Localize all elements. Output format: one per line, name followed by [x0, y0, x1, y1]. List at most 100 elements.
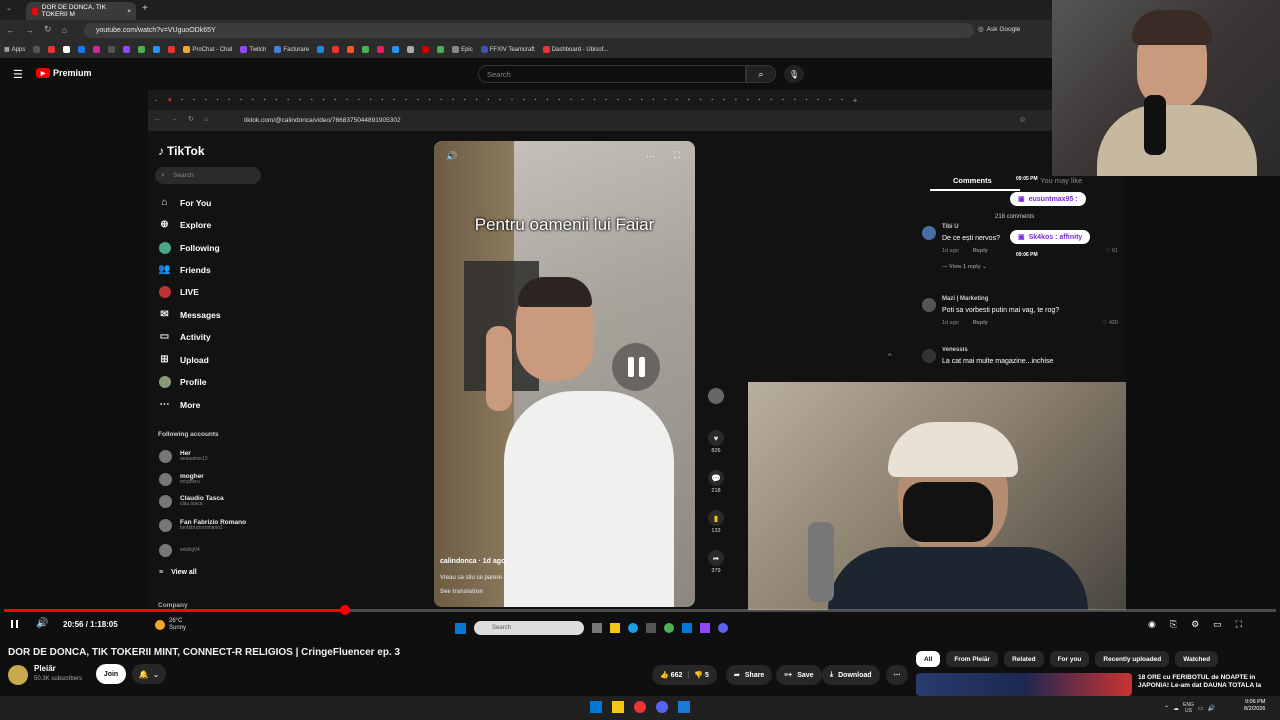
inner-tab[interactable]: ▪ — [747, 97, 749, 103]
bookmark-icon[interactable] — [168, 46, 176, 53]
inner-tab[interactable]: ▪ — [841, 97, 843, 103]
address-bar[interactable]: youtube.com/watch?v=VUguoODk65Y — [84, 23, 974, 38]
app-icon[interactable] — [682, 623, 692, 633]
inner-tab[interactable]: ▪ — [558, 97, 560, 103]
inner-tab[interactable]: ▪ — [817, 97, 819, 103]
comment-author[interactable]: Mazi | Marketing — [942, 296, 1118, 302]
chrome-icon[interactable] — [664, 623, 674, 633]
inner-tab[interactable]: ▪ — [570, 97, 572, 103]
see-translation-link[interactable]: See translation — [440, 589, 483, 595]
nav-messages[interactable]: ✉ Messages — [158, 308, 220, 321]
close-tab-icon[interactable]: × — [127, 8, 131, 15]
inner-tab[interactable]: ▪ — [829, 97, 831, 103]
ask-google-button[interactable]: ◎ Ask Google — [978, 25, 1020, 34]
reply-button[interactable]: Reply — [973, 248, 988, 254]
nav-following[interactable]: Following — [158, 241, 220, 254]
bookmark-star-icon[interactable]: ☆ — [1019, 115, 1026, 124]
tiktok-logo[interactable]: ♪ TikTok — [158, 144, 205, 158]
bookmark-epic[interactable]: Epic — [452, 46, 473, 53]
volume-icon[interactable]: 🔊 — [446, 151, 457, 162]
nav-profile[interactable]: Profile — [158, 375, 206, 388]
inner-tab[interactable]: ⌄ — [154, 97, 158, 103]
inner-tab[interactable]: ■ — [168, 97, 171, 103]
channel-avatar[interactable] — [8, 665, 28, 685]
recommended-thumbnail[interactable] — [916, 673, 1132, 696]
app-icon[interactable] — [678, 701, 690, 713]
inner-tab[interactable]: ▪ — [535, 97, 537, 103]
bookmark-icon[interactable] — [63, 46, 71, 53]
tiktok-search-input[interactable]: ⌕ Search — [155, 167, 261, 184]
chip-from-channel[interactable]: From Pleiăr — [946, 651, 999, 667]
view-replies-link[interactable]: — View 1 reply ⌄ — [942, 264, 1118, 270]
inner-tab[interactable]: ▪ — [287, 97, 289, 103]
pause-button[interactable] — [11, 620, 18, 628]
taskbar-search[interactable]: Search — [474, 621, 584, 635]
inner-tab[interactable]: ▪ — [275, 97, 277, 103]
inner-tab[interactable]: ▪ — [546, 97, 548, 103]
view-all-link[interactable]: ≡ View all — [159, 569, 197, 576]
voice-search-button[interactable]: 🎙 — [784, 65, 804, 83]
inner-tab[interactable]: ▪ — [700, 97, 702, 103]
home-icon[interactable]: ⌂ — [62, 25, 67, 35]
inner-tab[interactable]: ▪ — [806, 97, 808, 103]
save-button[interactable]: ≡+ Save — [776, 665, 822, 685]
forward-icon[interactable]: → — [25, 25, 34, 35]
file-explorer-icon[interactable] — [610, 623, 620, 633]
nav-explore[interactable]: ⊕ Explore — [158, 218, 211, 231]
bookmark-icon[interactable] — [317, 46, 325, 53]
reply-button[interactable]: Reply — [973, 320, 988, 326]
inner-tab[interactable]: ▪ — [311, 97, 313, 103]
bookmark-icon[interactable] — [377, 46, 385, 53]
bookmark-icon[interactable] — [362, 46, 370, 53]
comment-author[interactable]: Tibi U — [942, 224, 1118, 230]
account-item[interactable]: sebilig04 — [159, 544, 200, 557]
inner-tab[interactable]: ▪ — [217, 97, 219, 103]
inner-tab[interactable]: ▪ — [405, 97, 407, 103]
browser-tab-active[interactable]: DOR DE DONCA, TIK TOKERII M × — [26, 2, 136, 20]
pause-icon[interactable] — [612, 343, 660, 391]
bookmark-icon[interactable] — [153, 46, 161, 53]
chip-for-you[interactable]: For you — [1049, 651, 1090, 667]
account-item[interactable]: Her anaaaime13 — [159, 450, 208, 463]
channel-name[interactable]: Pleiăr — [34, 664, 56, 673]
inner-tab[interactable]: ▪ — [782, 97, 784, 103]
bookmark-icon[interactable] — [407, 46, 415, 53]
app-icon[interactable] — [700, 623, 710, 633]
tab-you-may-like[interactable]: You may like — [1040, 176, 1082, 185]
youtube-search-input[interactable]: Search — [478, 65, 746, 83]
inner-address-bar[interactable]: tiktok.com/@calindonca/video/76683750448… — [226, 113, 1036, 128]
more-actions-button[interactable]: ⋯ — [886, 665, 908, 685]
autoplay-toggle-icon[interactable]: ◉ — [1148, 619, 1156, 630]
account-item[interactable]: mogher mogheru — [159, 473, 204, 486]
fullscreen-icon[interactable]: ⛶ — [674, 150, 680, 161]
chip-watched[interactable]: Watched — [1175, 651, 1219, 667]
bookmark-twitch[interactable]: Twitch — [240, 46, 266, 53]
save-button[interactable]: ▮ 133 — [705, 510, 727, 534]
bookmark-apps[interactable]: ▦ Apps — [4, 46, 25, 54]
back-icon[interactable]: ← — [154, 116, 161, 123]
inner-tab[interactable]: ▪ — [382, 97, 384, 103]
inner-tab[interactable]: ▪ — [676, 97, 678, 103]
bookmark-icon[interactable] — [48, 46, 56, 53]
comment-like-button[interactable]: ♡ 420 — [1102, 320, 1118, 326]
join-button[interactable]: Join — [96, 664, 126, 684]
bookmark-ubisoft[interactable]: Dashboard - Ubisof... — [542, 46, 608, 53]
inner-tab[interactable]: ▪ — [358, 97, 360, 103]
nav-live[interactable]: LIVE — [158, 285, 199, 298]
reload-icon[interactable]: ↻ — [44, 24, 52, 35]
nav-activity[interactable]: ▭ Activity — [158, 330, 211, 343]
tray-chevron-icon[interactable]: ⌃ — [1164, 705, 1169, 712]
home-icon[interactable]: ⌂ — [204, 116, 208, 123]
bookmark-icon[interactable] — [332, 46, 340, 53]
new-inner-tab-button[interactable]: + — [853, 96, 858, 105]
inner-tab[interactable]: ▪ — [499, 97, 501, 103]
inner-tab[interactable]: ▪ — [429, 97, 431, 103]
inner-tab[interactable]: ▪ — [511, 97, 513, 103]
inner-tab[interactable]: ▪ — [323, 97, 325, 103]
chip-recently-uploaded[interactable]: Recently uploaded — [1095, 651, 1170, 667]
share-button[interactable]: ➦ Share — [726, 665, 773, 685]
bookmark-ffxiv[interactable]: FFXIV Teamcraft — [480, 46, 535, 53]
file-explorer-icon[interactable] — [612, 701, 624, 713]
nav-upload[interactable]: ⊞ Upload — [158, 353, 209, 366]
windows-start-icon[interactable] — [590, 701, 602, 713]
